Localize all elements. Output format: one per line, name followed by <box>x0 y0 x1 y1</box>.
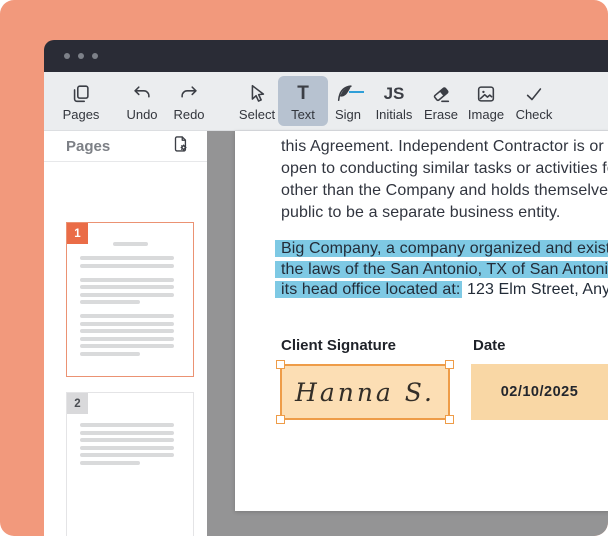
pages-sidebar: Pages 1 <box>44 131 207 536</box>
toolbar-button-undo[interactable]: Undo <box>117 76 167 126</box>
highlighted-text: Big Company, a company organized and exi… <box>275 240 608 257</box>
thumb-line <box>80 293 174 297</box>
text-icon: T <box>297 82 309 106</box>
select-icon <box>246 82 268 106</box>
toolbar-button-image[interactable]: Image <box>461 76 511 126</box>
thumb-line <box>80 344 174 348</box>
toolbar-button-check[interactable]: Check <box>509 76 559 126</box>
undo-icon <box>131 82 153 106</box>
client-signature-label: Client Signature <box>281 337 396 354</box>
thumb-line <box>80 322 174 326</box>
toolbar-button-pages[interactable]: Pages <box>56 76 106 126</box>
document-paragraph: this Agreement. Independent Contractor i… <box>281 136 608 224</box>
resize-handle-bottom-left[interactable] <box>276 415 285 424</box>
sidebar-title: Pages <box>66 138 110 155</box>
document-page: this Agreement. Independent Contractor i… <box>235 131 608 511</box>
date-field[interactable]: 02/10/2025 <box>471 364 608 420</box>
paragraph-line: other than the Company and holds themsel… <box>281 180 608 202</box>
thumb-line <box>80 423 174 427</box>
highlighted-text: its head office located at: <box>275 281 462 298</box>
content-area: Pages 1 <box>44 131 608 536</box>
toolbar-button-label: Image <box>468 108 504 121</box>
thumb-line <box>80 264 174 268</box>
thumb-line <box>80 446 174 450</box>
toolbar-button-label: Select <box>239 108 275 121</box>
toolbar-button-label: Initials <box>376 108 413 121</box>
window-control-dot[interactable] <box>64 53 70 59</box>
page-number-badge: 1 <box>67 223 88 244</box>
paragraph-line: open to conducting similar tasks or acti… <box>281 158 608 180</box>
highlighted-text: the laws of the San Antonio, TX of San A… <box>275 261 608 278</box>
window-titlebar <box>44 40 608 72</box>
toolbar-button-label: Redo <box>173 108 204 121</box>
page-settings-icon[interactable] <box>171 134 191 159</box>
thumb-line <box>80 337 174 341</box>
redo-icon <box>178 82 200 106</box>
image-icon <box>475 82 497 106</box>
signature-value: Hanna S. <box>295 378 435 407</box>
erase-icon <box>430 82 452 106</box>
editor-window: Pages Undo Redo Select <box>44 40 608 536</box>
toolbar-button-text[interactable]: T Text <box>278 76 328 126</box>
thumb-line <box>80 352 140 356</box>
signature-field[interactable]: Hanna S. <box>280 364 450 420</box>
app-canvas: Pages Undo Redo Select <box>0 0 608 536</box>
sidebar-header: Pages <box>44 131 207 162</box>
sign-accent-underline <box>349 91 364 94</box>
paragraph-line: public to be a separate business entity. <box>281 202 608 224</box>
initials-icon: JS <box>384 82 405 106</box>
toolbar-button-label: Erase <box>424 108 458 121</box>
toolbar-button-label: Text <box>291 108 315 121</box>
page-thumbnail-2[interactable]: 2 <box>66 392 194 536</box>
toolbar-button-label: Undo <box>126 108 157 121</box>
toolbar-button-select[interactable]: Select <box>232 76 282 126</box>
pages-icon <box>70 82 92 106</box>
document-viewport: this Agreement. Independent Contractor i… <box>207 131 608 536</box>
thumb-line <box>80 461 140 465</box>
toolbar-button-sign[interactable]: Sign <box>323 76 373 126</box>
thumb-line <box>80 453 174 457</box>
plain-text: 123 Elm Street, Anytown, US <box>462 281 608 298</box>
page-number-badge: 2 <box>67 393 88 414</box>
resize-handle-bottom-right[interactable] <box>445 415 454 424</box>
thumb-line <box>80 431 174 435</box>
sidebar-thumbnails: 1 <box>44 162 207 536</box>
thumb-line <box>80 278 174 282</box>
thumb-line <box>80 300 140 304</box>
thumb-line <box>80 256 174 260</box>
page-thumbnail-1[interactable]: 1 <box>66 222 194 377</box>
thumb-line <box>80 438 174 442</box>
window-control-dot[interactable] <box>92 53 98 59</box>
toolbar-button-label: Check <box>516 108 553 121</box>
toolbar-button-redo[interactable]: Redo <box>164 76 214 126</box>
toolbar-button-label: Sign <box>335 108 361 121</box>
thumb-line <box>80 329 174 333</box>
resize-handle-top-left[interactable] <box>276 360 285 369</box>
resize-handle-top-right[interactable] <box>445 360 454 369</box>
sign-icon <box>333 82 364 106</box>
date-label: Date <box>473 337 506 354</box>
paragraph-line: this Agreement. Independent Contractor i… <box>281 136 608 158</box>
toolbar: Pages Undo Redo Select <box>44 72 608 131</box>
date-value: 02/10/2025 <box>471 384 608 400</box>
highlighted-paragraph: Big Company, a company organized and exi… <box>275 239 608 301</box>
toolbar-button-erase[interactable]: Erase <box>416 76 466 126</box>
thumb-line <box>80 285 174 289</box>
thumb-line <box>80 314 174 318</box>
check-icon <box>523 82 545 106</box>
window-control-dot[interactable] <box>78 53 84 59</box>
toolbar-button-label: Pages <box>63 108 100 121</box>
thumb-line <box>113 242 148 246</box>
toolbar-button-initials[interactable]: JS Initials <box>369 76 419 126</box>
